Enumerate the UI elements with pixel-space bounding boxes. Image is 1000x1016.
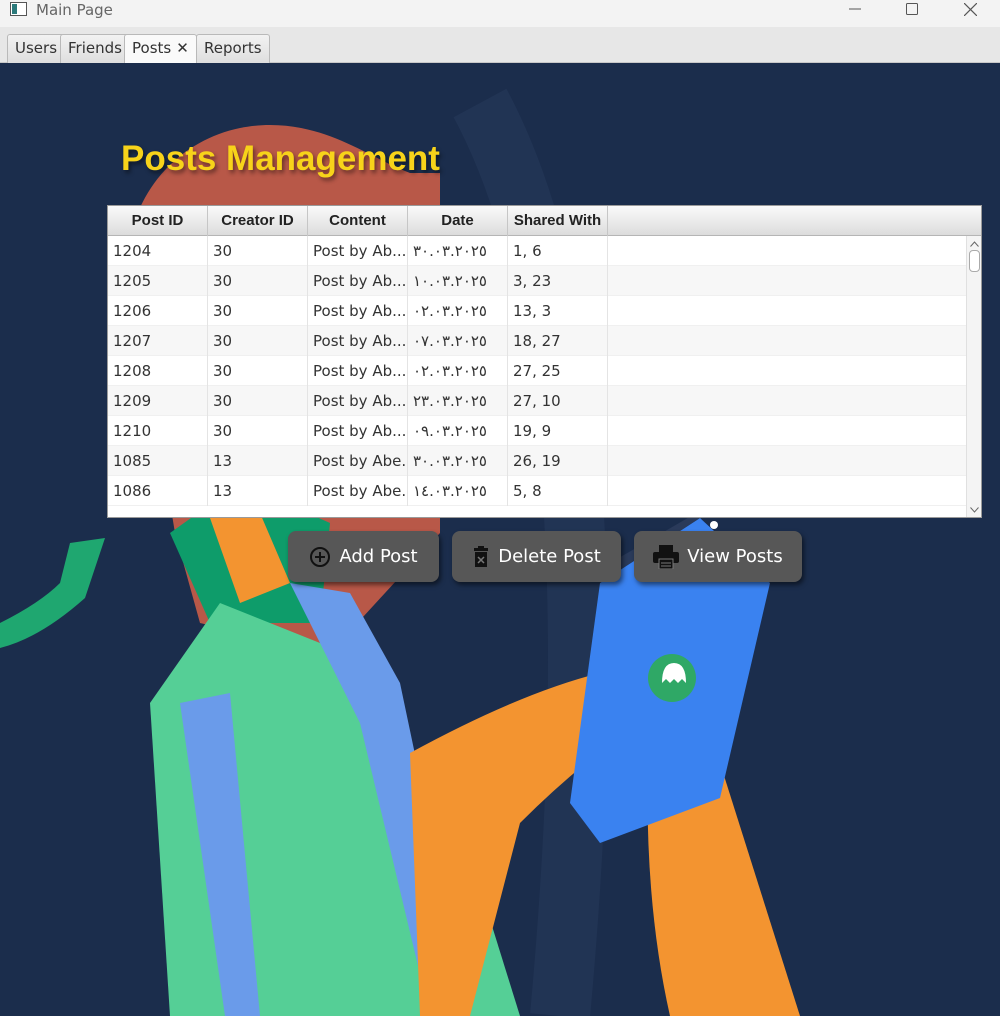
table-cell: 1206 <box>108 296 208 326</box>
tab-label: Friends <box>68 39 122 57</box>
column-header-post-id[interactable]: Post ID <box>108 206 208 236</box>
view-posts-label: View Posts <box>687 546 783 567</box>
tab-users[interactable]: Users <box>7 34 66 63</box>
table-row[interactable]: 1086 13 Post by Abe... ١٤.٠٣.٢٠٢٥ 5, 8 <box>108 476 966 506</box>
column-header-creator-id[interactable]: Creator ID <box>208 206 308 236</box>
close-window-button[interactable] <box>947 0 993 18</box>
maximize-button[interactable] <box>889 0 935 18</box>
table-row[interactable]: 1205 30 Post by Ab... ١٠.٠٣.٢٠٢٥ 3, 23 <box>108 266 966 296</box>
table-cell: 1086 <box>108 476 208 506</box>
title-bar: Main Page <box>0 0 1000 27</box>
table-cell: ١٠.٠٣.٢٠٢٥ <box>408 266 508 296</box>
table-cell: 30 <box>208 266 308 296</box>
table-cell: 19, 9 <box>508 416 608 446</box>
table-cell: 1, 6 <box>508 236 608 266</box>
table-cell: Post by Abe... <box>308 446 408 476</box>
table-body: 1204 30 Post by Ab... ٣٠.٠٣.٢٠٢٥ 1, 6 1205 30 P… <box>108 236 966 517</box>
table-cell: 13 <box>208 446 308 476</box>
table-cell: 27, 25 <box>508 356 608 386</box>
main-content: Posts Management Post ID Creator ID Cont… <box>0 63 1000 1016</box>
table-cell: Post by Ab... <box>308 416 408 446</box>
tab-friends[interactable]: Friends <box>60 34 130 63</box>
table-cell: Post by Ab... <box>308 356 408 386</box>
tab-label: Posts <box>132 39 172 57</box>
table-cell: 30 <box>208 386 308 416</box>
table-scrollbar[interactable] <box>966 236 981 517</box>
table-cell: 1207 <box>108 326 208 356</box>
maximize-icon <box>906 3 918 15</box>
table-cell: 30 <box>208 326 308 356</box>
table-row[interactable]: 1085 13 Post by Abe... ٣٠.٠٣.٢٠٢٥ 26, 19 <box>108 446 966 476</box>
window-title: Main Page <box>36 1 113 19</box>
table-cell: 1204 <box>108 236 208 266</box>
scroll-thumb[interactable] <box>969 250 980 272</box>
table-row[interactable]: 1208 30 Post by Ab... ٠٢.٠٣.٢٠٢٥ 27, 25 <box>108 356 966 386</box>
plus-circle-icon <box>309 546 331 568</box>
table-cell: 30 <box>208 236 308 266</box>
table-cell: 5, 8 <box>508 476 608 506</box>
table-cell: 30 <box>208 356 308 386</box>
close-icon <box>963 2 977 16</box>
table-cell: ٠٢.٠٣.٢٠٢٥ <box>408 356 508 386</box>
table-cell: 1208 <box>108 356 208 386</box>
table-cell: 18, 27 <box>508 326 608 356</box>
table-cell: Post by Abe... <box>308 476 408 506</box>
table-cell: 1209 <box>108 386 208 416</box>
scroll-down-arrow-icon[interactable] <box>967 504 981 516</box>
add-post-label: Add Post <box>339 546 418 567</box>
app-icon <box>10 2 27 16</box>
table-cell: ٢٣.٠٣.٢٠٢٥ <box>408 386 508 416</box>
table-cell: Post by Ab... <box>308 266 408 296</box>
add-post-button[interactable]: Add Post <box>288 531 439 582</box>
scroll-up-arrow-icon[interactable] <box>967 238 981 250</box>
table-row[interactable]: 1207 30 Post by Ab... ٠٧.٠٣.٢٠٢٥ 18, 27 <box>108 326 966 356</box>
minimize-button[interactable] <box>832 0 878 18</box>
table-cell: Post by Ab... <box>308 296 408 326</box>
table-cell: Post by Ab... <box>308 326 408 356</box>
table-row[interactable]: 1210 30 Post by Ab... ٠٩.٠٣.٢٠٢٥ 19, 9 <box>108 416 966 446</box>
delete-post-label: Delete Post <box>498 546 601 567</box>
table-cell: ٣٠.٠٣.٢٠٢٥ <box>408 446 508 476</box>
table-row[interactable]: 1206 30 Post by Ab... ٠٢.٠٣.٢٠٢٥ 13, 3 <box>108 296 966 326</box>
tab-label: Reports <box>204 39 262 57</box>
table-cell: ٣٠.٠٣.٢٠٢٥ <box>408 236 508 266</box>
table-cell: 3, 23 <box>508 266 608 296</box>
page-title: Posts Management <box>121 139 440 178</box>
posts-table[interactable]: Post ID Creator ID Content Date Shared W… <box>107 205 982 518</box>
printer-icon <box>653 544 680 569</box>
table-cell: 30 <box>208 416 308 446</box>
table-cell: 26, 19 <box>508 446 608 476</box>
table-cell: ٠٩.٠٣.٢٠٢٥ <box>408 416 508 446</box>
table-row[interactable]: 1209 30 Post by Ab... ٢٣.٠٣.٢٠٢٥ 27, 10 <box>108 386 966 416</box>
tab-posts[interactable]: Posts ✕ <box>124 34 197 63</box>
table-cell: 1085 <box>108 446 208 476</box>
table-cell: ٠٢.٠٣.٢٠٢٥ <box>408 296 508 326</box>
table-cell: 13 <box>208 476 308 506</box>
table-cell: 1210 <box>108 416 208 446</box>
table-row[interactable]: 1204 30 Post by Ab... ٣٠.٠٣.٢٠٢٥ 1, 6 <box>108 236 966 266</box>
table-cell: Post by Ab... <box>308 386 408 416</box>
column-header-date[interactable]: Date <box>408 206 508 236</box>
minimize-icon <box>849 8 861 10</box>
table-cell: ١٤.٠٣.٢٠٢٥ <box>408 476 508 506</box>
table-header: Post ID Creator ID Content Date Shared W… <box>108 206 981 236</box>
tab-reports[interactable]: Reports <box>196 34 270 63</box>
column-header-content[interactable]: Content <box>308 206 408 236</box>
column-header-shared-with[interactable]: Shared With <box>508 206 608 236</box>
tab-label: Users <box>15 39 58 57</box>
table-cell: ٠٧.٠٣.٢٠٢٥ <box>408 326 508 356</box>
delete-post-button[interactable]: Delete Post <box>452 531 621 582</box>
tab-close-icon[interactable]: ✕ <box>176 35 189 62</box>
trash-icon <box>472 545 490 568</box>
table-cell: 1205 <box>108 266 208 296</box>
table-cell: 13, 3 <box>508 296 608 326</box>
table-cell: 27, 10 <box>508 386 608 416</box>
table-cell: 30 <box>208 296 308 326</box>
view-posts-button[interactable]: View Posts <box>634 531 802 582</box>
tab-bar: Users Friends Posts ✕ Reports <box>0 27 1000 63</box>
table-cell: Post by Ab... <box>308 236 408 266</box>
